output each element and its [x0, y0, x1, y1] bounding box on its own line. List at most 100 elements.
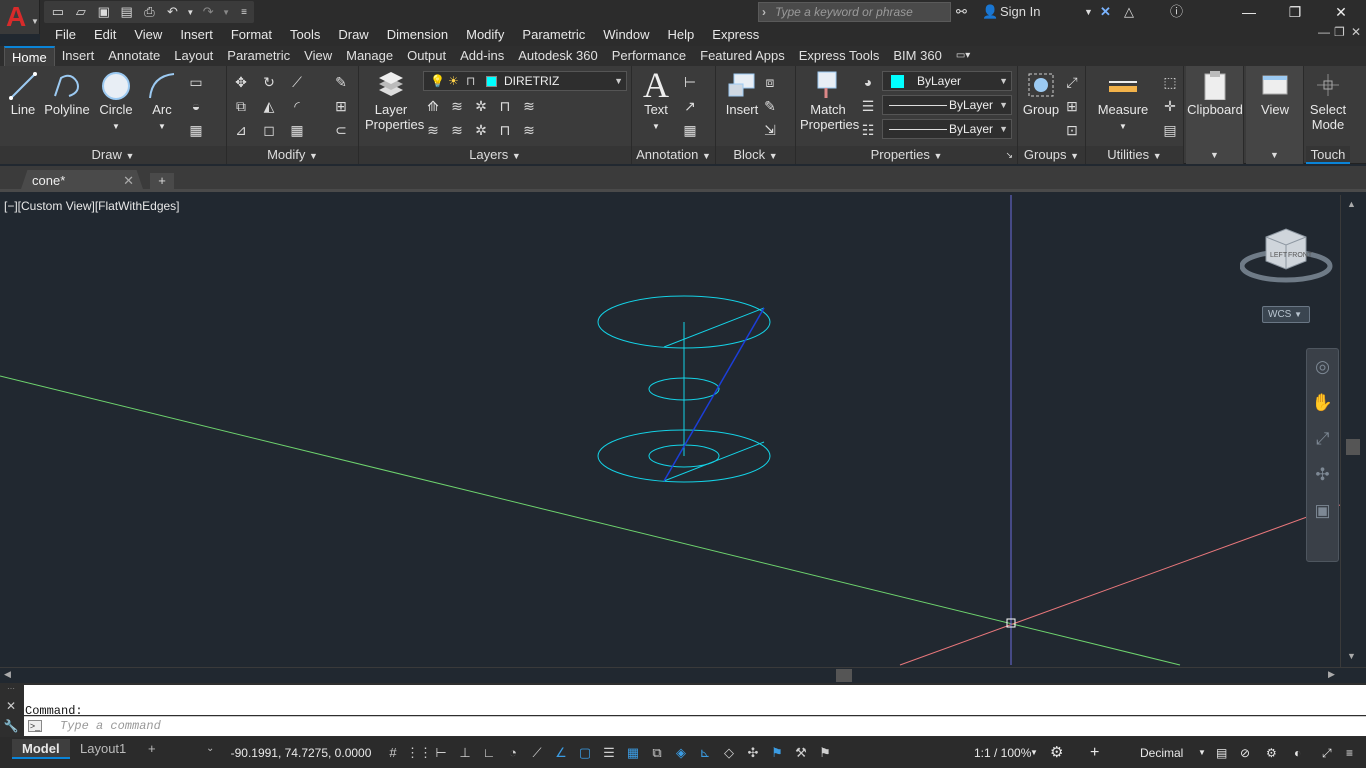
scroll-down-icon[interactable]: ▼	[1347, 651, 1356, 661]
close-button[interactable]: ✕	[1318, 0, 1364, 24]
rotate-icon[interactable]: ↻	[259, 72, 279, 92]
quick-properties-icon[interactable]: ▤	[1216, 743, 1227, 763]
grip-icon[interactable]: ⋯	[0, 685, 22, 693]
search-input[interactable]: › Type a keyword or phrase	[758, 2, 951, 22]
viewcube[interactable]: LEFT FRONT	[1240, 225, 1336, 295]
calculator-icon[interactable]: ▤	[1160, 120, 1180, 140]
tab-performance[interactable]: Performance	[605, 46, 693, 66]
group-button[interactable]: Group	[1020, 70, 1062, 117]
ortho-icon[interactable]: ∟	[478, 743, 500, 763]
leader-icon[interactable]: ↗	[680, 96, 700, 116]
create-block-icon[interactable]: ⧈	[760, 72, 780, 92]
text-button[interactable]: A Text ▼	[636, 67, 676, 134]
dynamic-input-icon[interactable]: ⊥	[454, 743, 476, 763]
wcs-menu[interactable]: WCS ▼	[1262, 306, 1310, 323]
offset-icon[interactable]: ⊂	[331, 120, 351, 140]
redo-dropdown-icon[interactable]: ▼	[221, 2, 231, 22]
restore-button[interactable]: ❐	[1272, 0, 1318, 24]
command-prompt-icon[interactable]: >_	[28, 720, 42, 732]
tab-insert[interactable]: Insert	[55, 46, 102, 66]
open-icon[interactable]: ▱	[71, 2, 91, 22]
linetype-dropdown[interactable]: ByLayer ▼	[882, 95, 1012, 115]
dimension-icon[interactable]: ⊢	[680, 72, 700, 92]
hardware-acceleration-icon[interactable]: ⚙	[1266, 743, 1277, 763]
menu-help[interactable]: Help	[659, 24, 704, 46]
view-expand-icon[interactable]: ▼	[1246, 146, 1303, 164]
explode-icon[interactable]: ⊞	[331, 96, 351, 116]
scroll-right-icon[interactable]: ▶	[1328, 669, 1335, 680]
new-icon[interactable]: ▭	[48, 2, 68, 22]
tab-autodesk-360[interactable]: Autodesk 360	[511, 46, 605, 66]
measure-button[interactable]: Measure ▼	[1092, 70, 1154, 134]
customization-icon[interactable]: ≡	[1346, 743, 1353, 763]
touch-panel-title[interactable]: Touch	[1306, 146, 1350, 164]
dynamic-ucs-icon[interactable]: ⊾	[694, 743, 716, 763]
tab-manage[interactable]: Manage	[339, 46, 400, 66]
menu-express[interactable]: Express	[703, 24, 768, 46]
array-icon[interactable]: ▦	[287, 120, 307, 140]
close-icon[interactable]: ✕	[123, 170, 134, 192]
clipboard-button[interactable]: Clipboard	[1186, 70, 1244, 117]
quick-select-icon[interactable]: ⬚	[1160, 72, 1180, 92]
chevron-down-icon[interactable]: ▼	[1084, 2, 1093, 22]
menu-window[interactable]: Window	[594, 24, 658, 46]
application-menu-button[interactable]: A ▼	[0, 0, 40, 34]
selection-filter-icon[interactable]: ◇	[718, 743, 740, 763]
tab-home[interactable]: Home	[4, 46, 55, 66]
pan-icon[interactable]: ✋	[1307, 385, 1338, 421]
isolate-objects-icon[interactable]: ◐	[1294, 743, 1301, 763]
match-properties-button[interactable]: Match Properties	[800, 70, 859, 132]
object-snap-icon[interactable]: ▢	[574, 743, 596, 763]
properties-panel-title[interactable]: Properties ▼ ↘	[796, 146, 1017, 164]
chevron-down-icon[interactable]: ▼	[158, 122, 166, 131]
utilities-panel-title[interactable]: Utilities ▼	[1086, 146, 1183, 164]
tab-parametric[interactable]: Parametric	[220, 46, 297, 66]
lineweight-icon[interactable]: ☷	[858, 120, 878, 140]
scroll-thumb[interactable]	[1346, 439, 1360, 455]
menu-format[interactable]: Format	[222, 24, 281, 46]
stretch-icon[interactable]: ⊿	[231, 120, 251, 140]
drawing-canvas[interactable]	[0, 195, 1340, 667]
layer-thaw-icon[interactable]: ✲	[471, 120, 491, 140]
layer-match-icon[interactable]: ≋	[519, 120, 539, 140]
viewport-controls-label[interactable]: [−][Custom View][FlatWithEdges]	[4, 199, 180, 213]
viewcube-left-face[interactable]: LEFT	[1270, 252, 1288, 259]
scroll-thumb[interactable]	[836, 669, 852, 682]
menu-draw[interactable]: Draw	[329, 24, 377, 46]
viewcube-front-face[interactable]: FRONT	[1288, 252, 1313, 259]
orbit-icon[interactable]: ✣	[1307, 457, 1338, 493]
doc-restore-icon[interactable]: ❐	[1334, 25, 1345, 39]
select-mode-button[interactable]: Select Mode	[1306, 70, 1350, 132]
tab-layout1[interactable]: Layout1	[70, 739, 136, 759]
annotation-monitor-icon[interactable]: +	[1090, 743, 1099, 763]
layout-menu-icon[interactable]: ⌄	[196, 739, 224, 759]
scale-icon[interactable]: ◻	[259, 120, 279, 140]
infer-constraints-icon[interactable]: ⊢	[430, 743, 452, 763]
scroll-left-icon[interactable]: ◀	[4, 669, 11, 680]
help-icon[interactable]: ⓘ	[1170, 2, 1183, 22]
vertical-scrollbar[interactable]: ▲ ▼	[1340, 195, 1366, 667]
redo-icon[interactable]: ↷	[198, 2, 218, 22]
chevron-down-icon[interactable]: ▼	[1030, 743, 1038, 763]
annotation-scale-value[interactable]: 1:1 / 100%	[974, 743, 1031, 763]
customize-qat-icon[interactable]: ≡	[234, 2, 254, 22]
edit-attributes-icon[interactable]: ⇲	[760, 120, 780, 140]
layers-panel-title[interactable]: Layers ▼	[359, 146, 631, 164]
menu-tools[interactable]: Tools	[281, 24, 329, 46]
tab-annotate[interactable]: Annotate	[101, 46, 167, 66]
move-icon[interactable]: ✥	[231, 72, 251, 92]
layer-make-current-icon[interactable]: ≋	[519, 96, 539, 116]
annotation-visibility-icon[interactable]: ⚑	[766, 743, 788, 763]
zoom-extents-icon[interactable]: ⤢	[1307, 421, 1338, 457]
undo-dropdown-icon[interactable]: ▼	[185, 2, 195, 22]
sign-in-button[interactable]: Sign In	[1000, 2, 1040, 22]
tab-express-tools[interactable]: Express Tools	[792, 46, 887, 66]
view-button[interactable]: View	[1246, 70, 1304, 117]
layer-unisolate-icon[interactable]: ≋	[447, 120, 467, 140]
linetype-icon[interactable]: ☰	[858, 96, 878, 116]
close-icon[interactable]: ✕	[0, 699, 22, 713]
chevron-down-icon[interactable]: ▼	[1198, 743, 1206, 763]
tab-add-ins[interactable]: Add-ins	[453, 46, 511, 66]
group-edit-icon[interactable]: ⊞	[1062, 96, 1082, 116]
isometric-icon[interactable]: ⟋	[526, 743, 548, 763]
